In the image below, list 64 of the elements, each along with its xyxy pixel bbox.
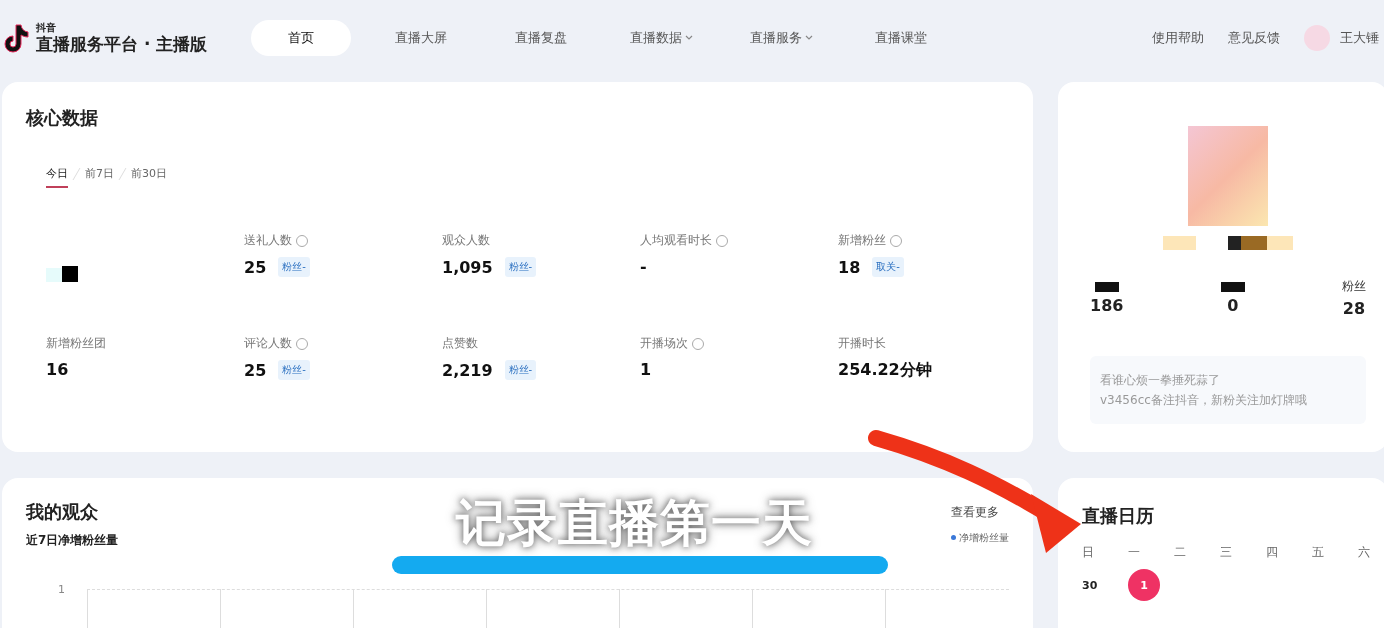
user-name[interactable]: 王大锤: [1340, 29, 1384, 47]
nav-tab[interactable]: 首页: [251, 20, 351, 56]
tag: 粉丝-: [504, 360, 537, 380]
tag: 取关-: [872, 257, 904, 277]
metric-value: -: [640, 257, 647, 276]
pixelated-label: [1094, 282, 1119, 292]
weekday-label: 日: [1082, 544, 1095, 561]
weekday-label: 三: [1220, 544, 1233, 561]
axis-tick-label: 1: [58, 583, 65, 598]
metric-label: 开播时长: [838, 335, 886, 352]
bio-text: 看谁心烦一拳捶死蒜了: [1100, 372, 1221, 389]
metric-value: 1: [640, 360, 652, 379]
metric-value: 1,095: [442, 257, 493, 277]
section-title: 我的观众: [26, 500, 98, 524]
weekday-label: 六: [1358, 544, 1371, 561]
metric-value: 16: [46, 360, 69, 379]
metric-label: 评论人数: [244, 335, 292, 352]
metric-label: 人均观看时长: [640, 232, 712, 249]
stat-label: 粉丝: [1342, 278, 1366, 295]
metric-label: 开播场次: [640, 335, 688, 352]
section-title: 核心数据: [26, 106, 99, 130]
bio-text: v3456cc备注抖音，新粉关注加灯牌哦: [1100, 392, 1308, 409]
period-tab[interactable]: 前7日: [85, 166, 114, 188]
stat-value: 0: [1227, 296, 1239, 315]
period-tab[interactable]: 今日: [46, 166, 68, 188]
pixelated-block: [46, 266, 80, 282]
calendar-day[interactable]: 1: [1128, 569, 1160, 601]
chart-title: 近7日净增粉丝量: [26, 532, 119, 549]
header-link[interactable]: 使用帮助: [1152, 29, 1204, 47]
note-logo-icon: [4, 23, 30, 53]
platform-title: 直播服务平台 · 主播版: [36, 33, 208, 55]
metric-label: 点赞数: [442, 335, 478, 352]
weekday-label: 一: [1128, 544, 1141, 561]
metric-label: 新增粉丝团: [46, 335, 106, 352]
metric-value: 2,219: [442, 360, 493, 380]
section-title: 直播日历: [1082, 504, 1155, 528]
metric-value: 18: [838, 257, 861, 277]
weekday-label: 四: [1266, 544, 1279, 561]
logo-caption: 抖音: [36, 21, 57, 33]
metric-value: 25: [244, 257, 267, 277]
tag: 粉丝-: [278, 360, 310, 380]
metric-value: 25: [244, 360, 267, 380]
metric-label: 新增粉丝: [838, 232, 886, 249]
nav-tab[interactable]: 直播复盘: [491, 20, 591, 56]
metric-label: 送礼人数: [244, 232, 292, 249]
legend-item: 净增粉丝量: [951, 530, 1009, 545]
stat-value: 28: [1342, 299, 1366, 318]
metric-value: 254.22分钟: [838, 360, 932, 381]
stat-value: 186: [1090, 296, 1124, 315]
weekday-label: 五: [1312, 544, 1325, 561]
view-more-link[interactable]: 查看更多: [951, 503, 999, 521]
nav-tab[interactable]: 直播数据: [611, 20, 711, 56]
nav-tab[interactable]: 直播大屏: [371, 20, 471, 56]
nav-tab[interactable]: 直播服务: [731, 20, 831, 56]
tag: 粉丝-: [278, 257, 310, 277]
tag: 粉丝-: [504, 257, 537, 277]
period-tab[interactable]: 前30日: [131, 166, 167, 188]
calendar-day[interactable]: 30: [1082, 569, 1128, 601]
pixelated-label: [1220, 282, 1245, 292]
weekday-label: 二: [1174, 544, 1187, 561]
header-link[interactable]: 意见反馈: [1228, 29, 1280, 47]
avatar[interactable]: [1304, 25, 1330, 51]
nav-tab[interactable]: 直播课堂: [851, 20, 951, 56]
metric-label: 观众人数: [442, 232, 490, 249]
